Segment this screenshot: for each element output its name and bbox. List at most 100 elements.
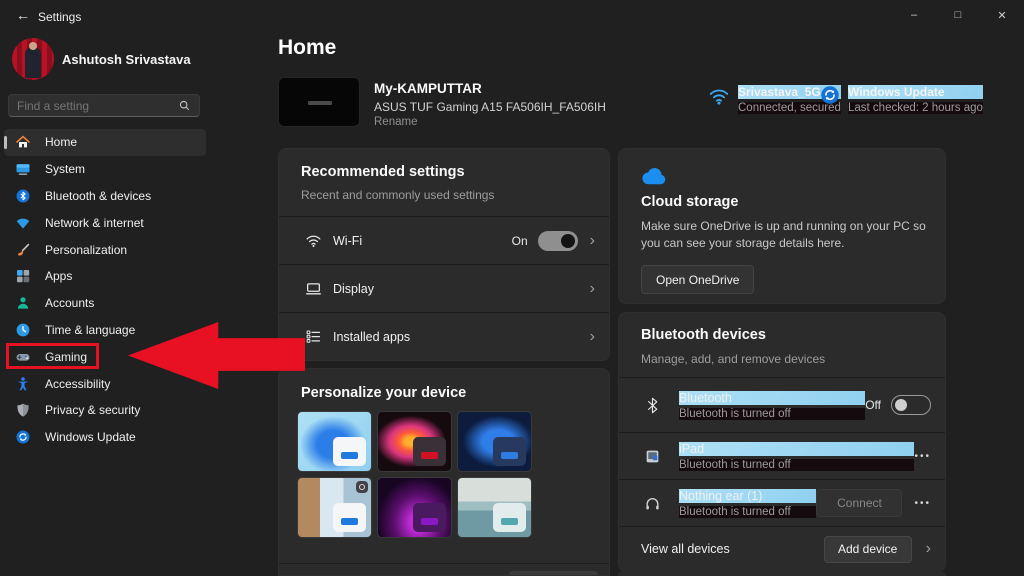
wifi-icon <box>708 85 730 107</box>
display-row[interactable]: Display <box>279 265 609 312</box>
theme-thumbnail-bloom-dark[interactable] <box>457 411 532 472</box>
apps-icon <box>14 268 31 285</box>
bluetooth-devices-subtitle: Manage, add, and remove devices <box>641 352 923 366</box>
back-button[interactable]: ← <box>10 4 36 26</box>
minimize-icon: – <box>911 9 917 21</box>
status-windows-update[interactable]: Windows Update Last checked: 2 hours ago <box>820 85 983 114</box>
update-icon <box>820 85 840 105</box>
chevron-right-icon <box>926 541 931 557</box>
theme-grid <box>297 411 533 538</box>
theme-preview-window <box>333 503 366 532</box>
minimize-button[interactable]: – <box>892 0 936 30</box>
open-onedrive-button[interactable]: Open OneDrive <box>641 265 754 294</box>
bluetooth-row-subtitle: Bluetooth is turned off <box>679 408 865 420</box>
window-title: Settings <box>38 10 81 24</box>
maximize-button[interactable]: □ <box>936 0 980 30</box>
theme-preview-window <box>493 503 526 532</box>
update-status: Last checked: 2 hours ago <box>848 102 983 114</box>
view-all-devices-label: View all devices <box>641 542 824 556</box>
device-row-ipad[interactable]: iPad Bluetooth is turned off <box>619 433 945 479</box>
bluetooth-toggle[interactable] <box>891 395 931 415</box>
installed-apps-label: Installed apps <box>333 330 578 344</box>
page-title: Home <box>278 36 336 60</box>
device-name: My-KAMPUTTAR <box>374 81 482 96</box>
sidebar-item-network-internet[interactable]: Network & internet <box>4 209 206 236</box>
wifi-row[interactable]: Wi-Fi On <box>279 217 609 264</box>
privacy-icon <box>14 402 31 419</box>
sidebar-item-privacy-security[interactable]: Privacy & security <box>4 397 206 424</box>
bluetooth-icon <box>14 187 31 204</box>
view-all-devices-row[interactable]: View all devices Add device <box>619 527 945 571</box>
update-title: Windows Update <box>848 85 983 99</box>
sidebar-item-personalization[interactable]: Personalization <box>4 236 206 263</box>
wifi-label: Wi-Fi <box>333 234 512 248</box>
cloud-storage-card: Cloud storage Make sure OneDrive is up a… <box>618 148 946 304</box>
personalize-card: Personalize your device <box>278 368 610 576</box>
bluetooth-devices-header: Bluetooth devices Manage, add, and remov… <box>619 313 945 377</box>
more-icon[interactable] <box>914 498 931 509</box>
sidebar-item-bluetooth-devices[interactable]: Bluetooth & devices <box>4 183 206 210</box>
recommended-settings-subtitle: Recent and commonly used settings <box>301 188 587 202</box>
partial-button[interactable] <box>509 571 598 576</box>
search-box[interactable] <box>8 94 200 117</box>
close-icon: ✕ <box>997 9 1006 22</box>
theme-thumbnail-bloom-light[interactable] <box>297 411 372 472</box>
sidebar-item-accounts[interactable]: Accounts <box>4 290 206 317</box>
tablet-icon <box>641 448 663 465</box>
rename-link[interactable]: Rename <box>374 116 417 128</box>
bluetooth-row-title: Bluetooth <box>679 391 865 405</box>
time-language-icon <box>14 321 31 338</box>
theme-badge-icon <box>356 481 368 493</box>
sidebar-nav: Home System Bluetooth & devices Network … <box>4 129 206 451</box>
display-label: Display <box>333 282 578 296</box>
back-arrow-icon: ← <box>16 7 30 23</box>
sidebar-item-home[interactable]: Home <box>4 129 206 156</box>
device-row-nothing-ear[interactable]: Nothing ear (1) Bluetooth is turned off … <box>619 480 945 526</box>
bluetooth-icon <box>641 397 663 414</box>
sidebar-item-accessibility[interactable]: Accessibility <box>4 370 206 397</box>
theme-preview-window <box>493 437 526 466</box>
search-icon <box>178 99 191 112</box>
search-input[interactable] <box>17 99 178 113</box>
headphones-icon <box>641 495 663 512</box>
theme-thumbnail-photo-collage[interactable] <box>297 477 372 538</box>
bluetooth-devices-title: Bluetooth devices <box>641 327 923 343</box>
home-icon <box>14 134 31 151</box>
bluetooth-devices-card: Bluetooth devices Manage, add, and remov… <box>618 312 946 572</box>
more-icon[interactable] <box>914 451 931 462</box>
connect-button[interactable]: Connect <box>816 489 902 517</box>
sidebar-item-system[interactable]: System <box>4 156 206 183</box>
sidebar-item-apps[interactable]: Apps <box>4 263 206 290</box>
user-name: Ashutosh Srivastava <box>62 52 191 67</box>
theme-thumbnail-glow-purple[interactable] <box>377 477 452 538</box>
theme-thumbnail-flower-dark[interactable] <box>377 411 452 472</box>
theme-preview-window <box>333 437 366 466</box>
chevron-right-icon <box>590 329 595 345</box>
installed-apps-row[interactable]: Installed apps <box>279 313 609 360</box>
accounts-icon <box>14 295 31 312</box>
partial-card <box>618 571 946 576</box>
wifi-toggle[interactable] <box>538 231 578 251</box>
installed-apps-icon <box>305 328 322 345</box>
maximize-icon: □ <box>955 9 962 21</box>
divider <box>279 563 609 564</box>
cloud-storage-title: Cloud storage <box>641 194 923 210</box>
close-button[interactable]: ✕ <box>980 0 1024 30</box>
bluetooth-toggle-row[interactable]: Bluetooth Bluetooth is turned off Off <box>619 378 945 432</box>
theme-preview-window <box>413 503 446 532</box>
avatar[interactable] <box>12 38 54 80</box>
personalize-title: Personalize your device <box>301 385 466 401</box>
bluetooth-toggle-label: Off <box>865 398 881 412</box>
device-name: Nothing ear (1) <box>679 489 816 503</box>
recommended-settings-title: Recommended settings <box>301 164 587 180</box>
add-device-button[interactable]: Add device <box>824 536 912 563</box>
theme-thumbnail-landscape-light[interactable] <box>457 477 532 538</box>
sidebar-item-windows-update[interactable]: Windows Update <box>4 424 206 451</box>
device-name: iPad <box>679 442 914 456</box>
chevron-right-icon <box>590 281 595 297</box>
device-status: Bluetooth is turned off <box>679 459 914 471</box>
device-status: Bluetooth is turned off <box>679 506 816 518</box>
theme-preview-window <box>413 437 446 466</box>
cloud-storage-body: Make sure OneDrive is up and running on … <box>641 218 933 252</box>
personalization-icon <box>14 241 31 258</box>
